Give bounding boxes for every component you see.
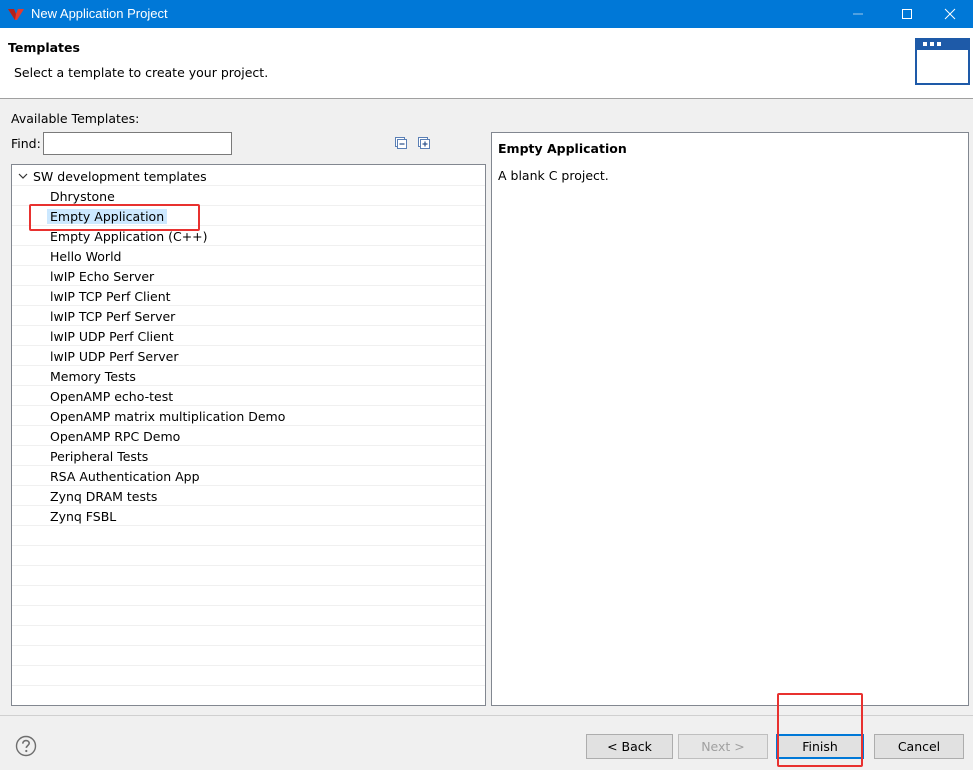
tree-item[interactable]: OpenAMP echo-test [12,386,485,406]
chevron-down-icon[interactable] [18,172,28,180]
tree-category-row[interactable]: SW development templates [12,166,485,186]
tree-item[interactable]: OpenAMP matrix multiplication Demo [12,406,485,426]
tree-empty-row [12,666,485,686]
tree-item-label: Memory Tests [50,369,136,384]
tree-item-label: RSA Authentication App [50,469,200,484]
tree-item-selected[interactable]: Empty Application [12,206,485,226]
maximize-icon [902,9,912,19]
vitis-logo-icon [8,9,24,20]
tree-item[interactable]: OpenAMP RPC Demo [12,426,485,446]
find-input[interactable] [43,132,232,155]
tree-empty-row [12,626,485,646]
banner-description: Select a template to create your project… [14,65,269,80]
tree-item-label: lwIP UDP Perf Client [50,329,174,344]
description-text: A blank C project. [498,168,609,183]
wizard-banner: Templates Select a template to create yo… [0,28,973,99]
tree-item[interactable]: RSA Authentication App [12,466,485,486]
cancel-button[interactable]: Cancel [874,734,964,759]
tree-item[interactable]: lwIP UDP Perf Client [12,326,485,346]
finish-button[interactable]: Finish [776,734,864,759]
tree-item-label: lwIP UDP Perf Server [50,349,179,364]
tree-empty-row [12,546,485,566]
tree-empty-row [12,606,485,626]
tree-item[interactable]: lwIP UDP Perf Server [12,346,485,366]
tree-item[interactable]: Memory Tests [12,366,485,386]
minimize-icon [853,13,863,15]
tree-item-label: lwIP Echo Server [50,269,155,284]
title-bar: New Application Project [0,0,973,28]
tree-empty-row [12,526,485,546]
tree-item-label: OpenAMP RPC Demo [50,429,181,444]
tree-item-label: Zynq DRAM tests [50,489,158,504]
window-template-icon [915,38,970,85]
available-templates-label: Available Templates: [11,111,140,126]
maximize-button[interactable] [884,0,930,28]
tree-item-label: Empty Application (C++) [50,229,208,244]
tree-empty-row [12,586,485,606]
tree-item[interactable]: lwIP TCP Perf Server [12,306,485,326]
tree-item[interactable]: Zynq DRAM tests [12,486,485,506]
window-title: New Application Project [31,6,168,21]
tree-category-label: SW development templates [33,169,207,184]
tree-item[interactable]: Dhrystone [12,186,485,206]
tree-empty-row [12,686,485,705]
next-button[interactable]: Next > [678,734,768,759]
tree-item[interactable]: lwIP Echo Server [12,266,485,286]
expand-all-icon[interactable] [417,136,431,150]
tree-item-label: lwIP TCP Perf Server [50,309,176,324]
tree-item[interactable]: Zynq FSBL [12,506,485,526]
help-icon[interactable] [15,735,37,757]
find-label: Find: [11,136,41,151]
collapse-all-icon[interactable] [394,136,408,150]
tree-item[interactable]: Hello World [12,246,485,266]
description-title: Empty Application [498,141,627,156]
template-description-pane: Empty Application A blank C project. [491,132,969,706]
close-icon [944,8,956,20]
tree-item-label: Dhrystone [50,189,115,204]
tree-item[interactable]: Peripheral Tests [12,446,485,466]
tree-item-label: Empty Application [47,209,168,224]
tree-empty-row [12,646,485,666]
back-button[interactable]: < Back [586,734,673,759]
minimize-button[interactable] [835,0,881,28]
footer-divider [0,715,973,716]
tree-item-label: lwIP TCP Perf Client [50,289,171,304]
tree-item-label: Hello World [50,249,122,264]
tree-item-label: OpenAMP matrix multiplication Demo [50,409,286,424]
templates-tree[interactable]: SW development templates Dhrystone Empty… [11,164,486,706]
tree-empty-row [12,566,485,586]
tree-item-label: Zynq FSBL [50,509,117,524]
banner-title: Templates [8,40,80,55]
tree-item-label: OpenAMP echo-test [50,389,174,404]
tree-item[interactable]: lwIP TCP Perf Client [12,286,485,306]
tree-item[interactable]: Empty Application (C++) [12,226,485,246]
close-button[interactable] [927,0,973,28]
tree-item-label: Peripheral Tests [50,449,149,464]
